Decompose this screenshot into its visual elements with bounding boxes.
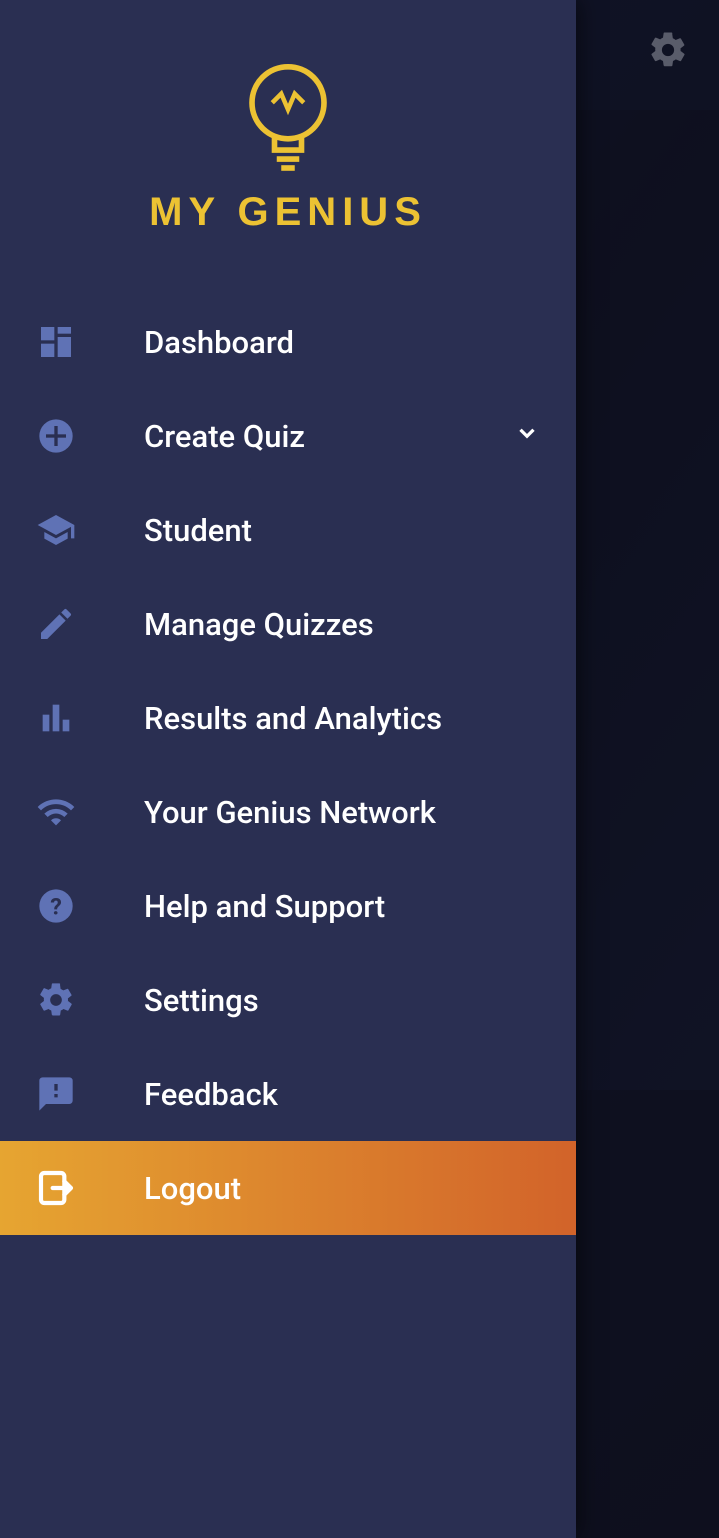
nav-dashboard-label: Dashboard	[144, 324, 540, 361]
nav-list: Dashboard Create Quiz Student Manage Qui…	[0, 295, 576, 1235]
plus-circle-icon	[36, 416, 76, 456]
wifi-icon	[36, 792, 76, 832]
nav-student[interactable]: Student	[0, 483, 576, 577]
pencil-icon	[36, 604, 76, 644]
nav-logout[interactable]: Logout	[0, 1141, 576, 1235]
help-circle-icon: ?	[36, 886, 76, 926]
dashboard-icon	[36, 322, 76, 362]
logout-icon	[36, 1168, 76, 1208]
svg-text:?: ?	[50, 892, 62, 920]
nav-network[interactable]: Your Genius Network	[0, 765, 576, 859]
nav-network-label: Your Genius Network	[144, 794, 540, 831]
nav-results[interactable]: Results and Analytics	[0, 671, 576, 765]
nav-results-label: Results and Analytics	[144, 700, 540, 737]
brand-logo: MY GENIUS	[0, 0, 576, 295]
nav-logout-label: Logout	[144, 1170, 540, 1207]
brand-name: MY GENIUS	[0, 190, 576, 235]
nav-manage-quizzes-label: Manage Quizzes	[144, 606, 540, 643]
gear-icon	[36, 980, 76, 1020]
lightbulb-icon	[243, 60, 333, 170]
nav-settings[interactable]: Settings	[0, 953, 576, 1047]
chevron-down-icon	[514, 420, 540, 453]
nav-manage-quizzes[interactable]: Manage Quizzes	[0, 577, 576, 671]
nav-feedback-label: Feedback	[144, 1076, 540, 1113]
navigation-drawer: MY GENIUS Dashboard Create Quiz Student	[0, 0, 576, 1538]
nav-create-quiz-label: Create Quiz	[144, 418, 514, 455]
nav-feedback[interactable]: Feedback	[0, 1047, 576, 1141]
nav-settings-label: Settings	[144, 982, 540, 1019]
nav-help[interactable]: ? Help and Support	[0, 859, 576, 953]
nav-create-quiz[interactable]: Create Quiz	[0, 389, 576, 483]
nav-dashboard[interactable]: Dashboard	[0, 295, 576, 389]
nav-student-label: Student	[144, 512, 540, 549]
nav-help-label: Help and Support	[144, 888, 540, 925]
bar-chart-icon	[36, 698, 76, 738]
feedback-icon	[36, 1074, 76, 1114]
graduation-cap-icon	[36, 510, 76, 550]
